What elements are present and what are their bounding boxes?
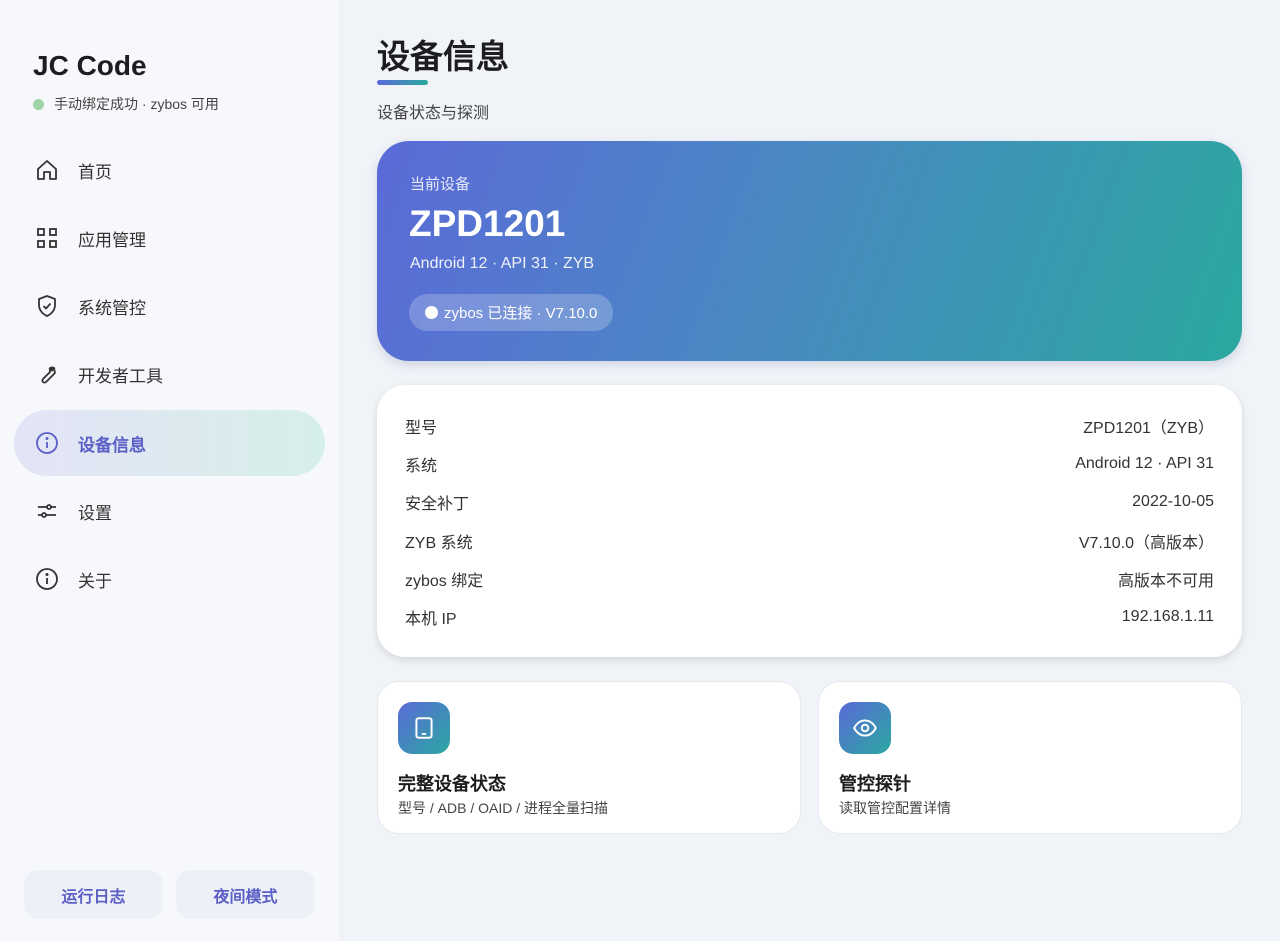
detail-value: 2022-10-05: [1132, 493, 1214, 510]
device-model-name: ZPD1201: [409, 203, 566, 244]
current-device-card: 当前设备 ZPD1201 Android 12 · API 31 · ZYB z…: [377, 141, 1242, 361]
detail-row-model: 型号 ZPD1201（ZYB）: [405, 414, 1214, 438]
shield-icon: [34, 293, 60, 319]
device-system-summary: Android 12 · API 31 · ZYB: [410, 255, 595, 272]
sidebar-item-about[interactable]: 关于: [14, 546, 325, 612]
sidebar-item-system-control[interactable]: 系统管控: [14, 273, 325, 339]
sidebar-item-apps[interactable]: 应用管理: [14, 205, 325, 271]
action-description: 读取管控配置详情: [839, 800, 951, 816]
action-title: 完整设备状态: [398, 774, 506, 794]
info-icon: [34, 566, 60, 592]
sidebar-item-label: 设备信息: [78, 435, 146, 455]
sidebar-item-device-info[interactable]: 设备信息: [14, 410, 325, 476]
detail-key: 型号: [405, 420, 438, 437]
run-log-button[interactable]: 运行日志: [24, 870, 163, 919]
detail-row-zyb-system: ZYB 系统 V7.10.0（高版本）: [405, 529, 1214, 553]
app-title: JC Code: [33, 50, 147, 81]
detail-value: 192.168.1.11: [1121, 608, 1214, 625]
sidebar-item-label: 设置: [78, 503, 112, 523]
grid-icon: [34, 225, 60, 251]
home-icon: [34, 157, 60, 183]
detail-row-zybos-binding: zybos 绑定 高版本不可用: [405, 567, 1214, 591]
sidebar-item-label: 开发者工具: [78, 366, 163, 386]
detail-value: Android 12 · API 31: [1075, 455, 1214, 472]
detail-key: 本机 IP: [405, 611, 457, 628]
connection-status-text: zybos 已连接 · V7.10.0: [444, 305, 598, 322]
detail-key: 系统: [405, 458, 438, 475]
action-description: 型号 / ADB / OAID / 进程全量扫描: [398, 800, 609, 816]
binding-status: 手动绑定成功 · zybos 可用: [33, 94, 219, 114]
info-icon: [34, 430, 60, 456]
detail-value: 高版本不可用: [1117, 573, 1214, 590]
detail-value: ZPD1201（ZYB）: [1083, 420, 1214, 437]
detail-row-local-ip: 本机 IP 192.168.1.11: [405, 605, 1214, 629]
sidebar-item-label: 应用管理: [78, 230, 146, 250]
wrench-icon: [34, 361, 60, 387]
page-subtitle: 设备状态与探测: [377, 105, 490, 122]
title-underline: [377, 80, 428, 85]
sidebar-item-label: 系统管控: [78, 298, 146, 318]
sidebar: JC Code 手动绑定成功 · zybos 可用 首页 应用管理 系统管控 开…: [0, 0, 339, 941]
status-dot-icon: [33, 98, 44, 110]
detail-key: zybos 绑定: [405, 573, 484, 590]
current-device-label: 当前设备: [410, 176, 471, 193]
sidebar-item-dev-tools[interactable]: 开发者工具: [14, 341, 325, 407]
full-device-status-card[interactable]: 完整设备状态 型号 / ADB / OAID / 进程全量扫描: [377, 681, 801, 834]
eye-icon: [839, 702, 891, 754]
sliders-icon: [34, 498, 60, 524]
detail-row-system: 系统 Android 12 · API 31: [405, 452, 1214, 476]
device-details-card: 型号 ZPD1201（ZYB） 系统 Android 12 · API 31 安…: [377, 385, 1242, 657]
page-title: 设备信息: [377, 38, 509, 75]
sidebar-item-label: 首页: [78, 162, 112, 182]
connected-dot-icon: [425, 306, 438, 319]
sidebar-item-label: 关于: [78, 571, 112, 591]
control-probe-card[interactable]: 管控探针 读取管控配置详情: [818, 681, 1242, 834]
tablet-icon: [398, 702, 450, 754]
binding-status-text: 手动绑定成功 · zybos 可用: [54, 96, 219, 112]
sidebar-item-settings[interactable]: 设置: [14, 478, 325, 544]
connection-status-badge: zybos 已连接 · V7.10.0: [409, 294, 614, 331]
action-title: 管控探针: [839, 774, 911, 794]
detail-key: ZYB 系统: [405, 535, 473, 552]
night-mode-button[interactable]: 夜间模式: [176, 870, 315, 919]
detail-key: 安全补丁: [405, 496, 470, 513]
detail-row-security-patch: 安全补丁 2022-10-05: [405, 490, 1214, 514]
sidebar-item-home[interactable]: 首页: [14, 137, 325, 203]
detail-value: V7.10.0（高版本）: [1078, 535, 1214, 552]
